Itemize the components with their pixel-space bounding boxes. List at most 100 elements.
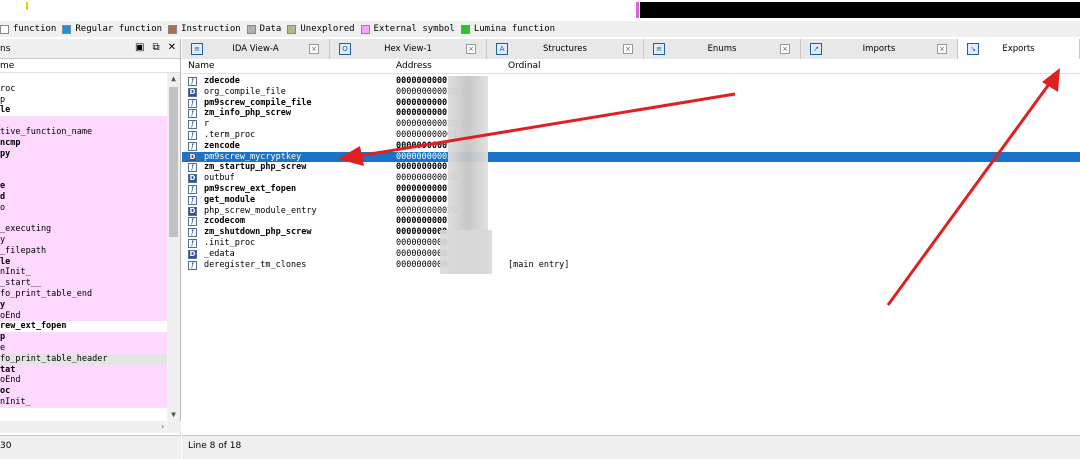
function-list-item[interactable]: fo_print_table_end bbox=[0, 288, 167, 300]
function-list-item[interactable] bbox=[0, 159, 167, 171]
function-list-item[interactable]: oEnd bbox=[0, 375, 167, 387]
scroll-down-icon[interactable]: ▼ bbox=[167, 409, 180, 421]
tab-label: Enums bbox=[707, 44, 737, 54]
function-list-item[interactable]: y bbox=[0, 299, 167, 311]
table-row[interactable]: f get_module 0000000000 bbox=[182, 195, 1080, 206]
legend-item: Lumina function bbox=[460, 24, 556, 34]
scroll-right-icon[interactable]: › bbox=[160, 421, 165, 433]
table-row[interactable]: f deregister_tm_clones 00000000000 [main en… bbox=[182, 260, 1080, 271]
table-row[interactable]: Dphp_screw_module_entry 000000000020 bbox=[182, 206, 1080, 217]
scroll-up-icon[interactable]: ▲ bbox=[167, 73, 180, 85]
legend-label: Lumina function bbox=[473, 24, 556, 34]
function-list-item[interactable]: le bbox=[0, 105, 167, 116]
tab-exports[interactable]: ↘ Exports bbox=[958, 39, 1080, 59]
legend-swatch bbox=[360, 24, 370, 34]
function-list-item[interactable]: d bbox=[0, 191, 167, 203]
table-row[interactable]: Dpm9screw_mycryptkey 000000000020 bbox=[182, 151, 1080, 163]
table-row[interactable]: D _edata 000000000020 bbox=[182, 249, 1080, 260]
table-row[interactable]: f r 000000000020 bbox=[182, 119, 1080, 130]
function-list-item[interactable]: nInit_ bbox=[0, 267, 167, 279]
data-symbol-icon: D bbox=[188, 206, 197, 216]
function-list-item[interactable]: roc bbox=[0, 84, 167, 95]
function-list-item[interactable]: y bbox=[0, 234, 167, 246]
function-list-item[interactable]: o bbox=[0, 202, 167, 214]
tab-close-icon[interactable]: × bbox=[780, 44, 790, 54]
function-list-item[interactable]: p bbox=[0, 95, 167, 106]
navigation-band[interactable] bbox=[0, 0, 1080, 20]
export-address: 0000000000 bbox=[396, 216, 448, 227]
function-list-item[interactable]: le bbox=[0, 256, 167, 268]
function-list-item[interactable]: tive_function_name bbox=[0, 126, 167, 138]
function-list-item[interactable]: _start__ bbox=[0, 278, 167, 289]
tab-imports[interactable]: ↗ Imports × bbox=[801, 39, 958, 59]
functions-column-header[interactable]: me bbox=[0, 59, 180, 73]
function-symbol-icon: f bbox=[188, 77, 197, 86]
export-address: 0000000000 bbox=[396, 194, 448, 205]
tab-hex-view-1[interactable]: O Hex View-1 × bbox=[330, 39, 487, 59]
tab-close-icon[interactable]: × bbox=[937, 44, 947, 54]
function-list-item[interactable] bbox=[0, 116, 167, 127]
data-symbol-icon: D bbox=[188, 87, 197, 97]
export-address: 0000000000 bbox=[396, 76, 448, 86]
function-list-item[interactable]: ncmp bbox=[0, 137, 167, 149]
function-list-item[interactable]: oc bbox=[0, 386, 167, 397]
table-row[interactable]: f zm_info_php_screw 0000000000 bbox=[182, 108, 1080, 119]
tab-close-icon[interactable]: × bbox=[623, 44, 633, 54]
legend-label: function bbox=[13, 24, 57, 34]
table-row[interactable]: f pm9screw_compile_file 0000000000 bbox=[182, 98, 1080, 109]
legend-swatch bbox=[62, 24, 72, 34]
address-column-header[interactable]: Address bbox=[396, 61, 432, 71]
exports-table-header: Name Address Ordinal bbox=[182, 60, 1080, 74]
table-row[interactable]: f .init_proc 000000000001 bbox=[182, 238, 1080, 249]
name-column-header[interactable]: Name bbox=[188, 61, 215, 71]
tab-close-icon[interactable]: × bbox=[309, 44, 319, 54]
close-icon[interactable]: ✕ bbox=[168, 42, 176, 53]
tab-ida-view-a[interactable]: ≡ IDA View-A × bbox=[182, 39, 330, 59]
function-list-item[interactable] bbox=[0, 73, 167, 84]
tab-label: IDA View-A bbox=[232, 44, 279, 54]
table-row[interactable]: f .term_proc 000000000001 bbox=[182, 130, 1080, 141]
table-row[interactable]: f zcodecom 0000000000 bbox=[182, 216, 1080, 227]
legend-label: Instruction bbox=[181, 24, 241, 34]
function-list-item[interactable]: _filepath bbox=[0, 245, 167, 257]
functions-list[interactable]: roc p le tive_function_name ncmp py e d o _execut… bbox=[0, 73, 167, 421]
export-name: .init_proc bbox=[204, 237, 256, 248]
table-row[interactable]: Dorg_compile_file 000000000020 bbox=[182, 87, 1080, 98]
function-list-item[interactable] bbox=[0, 170, 167, 181]
tab-close-icon[interactable]: × bbox=[466, 44, 476, 54]
function-list-item[interactable]: e bbox=[0, 342, 167, 354]
function-list-item[interactable]: py bbox=[0, 148, 167, 160]
function-list-item[interactable]: _executing bbox=[0, 224, 167, 235]
function-list-item[interactable]: nInit_ bbox=[0, 396, 167, 408]
function-symbol-icon: f bbox=[188, 98, 197, 108]
function-list-item[interactable] bbox=[0, 213, 167, 225]
nav-band-tick bbox=[26, 2, 28, 10]
function-list-item[interactable]: rew_ext_fopen bbox=[0, 321, 167, 332]
tab-enums[interactable]: ≡ Enums × bbox=[644, 39, 801, 59]
function-list-item[interactable]: tat bbox=[0, 364, 167, 376]
table-row[interactable]: Doutbuf 000000000020 bbox=[182, 173, 1080, 184]
table-row[interactable]: f zm_startup_php_screw 0000000000 bbox=[182, 162, 1080, 173]
legend-item: Regular function bbox=[62, 24, 162, 34]
table-row[interactable]: f zdecode 0000000000 bbox=[182, 76, 1080, 87]
table-row[interactable]: f pm9screw_ext_fopen 0000000000 bbox=[182, 184, 1080, 195]
table-row[interactable]: f zencode 0000000000 bbox=[182, 141, 1080, 152]
function-list-item[interactable]: e bbox=[0, 180, 167, 192]
function-list-item[interactable]: p bbox=[0, 332, 167, 343]
window-menu-icon[interactable]: ▣ bbox=[135, 42, 144, 53]
float-window-icon[interactable]: ⧉ bbox=[152, 42, 159, 53]
scrollbar-thumb[interactable] bbox=[169, 87, 178, 237]
functions-horizontal-scrollbar[interactable]: › bbox=[0, 421, 181, 433]
ordinal-column-header[interactable]: Ordinal bbox=[508, 61, 541, 71]
function-list-item[interactable]: oEnd bbox=[0, 310, 167, 322]
function-name-column-label: me bbox=[0, 60, 15, 71]
table-row[interactable]: f zm_shutdown_php_screw 0000000000 bbox=[182, 227, 1080, 238]
export-address: 0000000000 bbox=[396, 108, 448, 119]
redacted-address-blur bbox=[440, 230, 492, 274]
function-symbol-icon: f bbox=[188, 228, 197, 238]
functions-vertical-scrollbar[interactable]: ▲ ▼ bbox=[167, 73, 180, 421]
export-name: pm9screw_mycryptkey bbox=[204, 151, 302, 162]
tab-label: Hex View-1 bbox=[384, 44, 432, 54]
tab-structures[interactable]: A Structures × bbox=[487, 39, 644, 59]
function-list-item[interactable]: fo_print_table_header bbox=[0, 353, 167, 365]
